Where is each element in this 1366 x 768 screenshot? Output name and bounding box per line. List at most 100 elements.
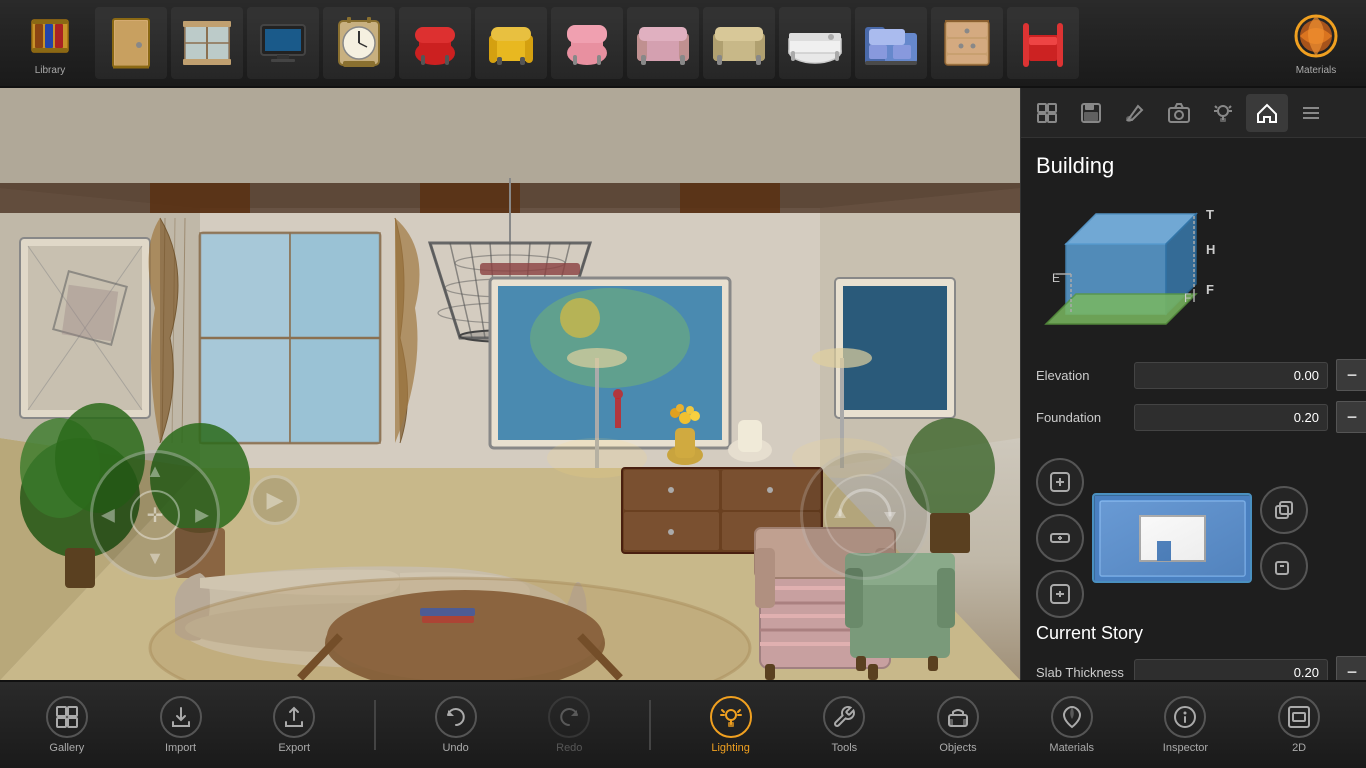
building-section: Building T H F E — [1021, 138, 1366, 453]
library-button[interactable]: Library — [10, 3, 90, 83]
divider-1 — [374, 700, 376, 750]
furniture-bathtub[interactable] — [779, 7, 851, 79]
tools-button[interactable]: Tools — [800, 684, 888, 766]
library-label: Library — [35, 65, 66, 76]
divider-2 — [649, 700, 651, 750]
foundation-label: Foundation — [1036, 410, 1126, 425]
redo-icon — [548, 696, 590, 738]
furniture-tv[interactable] — [247, 7, 319, 79]
foundation-row: Foundation − + — [1036, 401, 1351, 433]
building-floor-preview[interactable] — [1092, 493, 1252, 583]
current-story-title: Current Story — [1036, 623, 1351, 644]
2d-icon — [1278, 696, 1320, 738]
export-label: Export — [278, 742, 310, 754]
materials-bottom-label: Materials — [1049, 742, 1094, 754]
nav-up-arrow: ▲ — [146, 461, 164, 482]
add-story-above-button[interactable] — [1036, 458, 1084, 506]
furniture-door[interactable] — [95, 7, 167, 79]
export-icon — [273, 696, 315, 738]
delete-story-button[interactable] — [1260, 542, 1308, 590]
foundation-decrease-button[interactable]: − — [1336, 401, 1366, 433]
objects-button[interactable]: Objects — [914, 684, 1002, 766]
nav-side-icon: ▶ — [267, 487, 284, 513]
main-viewport[interactable]: ▲ ▼ ◀ ▶ ✛ ▶ — [0, 88, 1020, 680]
svg-text:F: F — [1206, 282, 1214, 297]
furniture-strip — [90, 7, 1276, 79]
furniture-window[interactable] — [171, 7, 243, 79]
gallery-button[interactable]: Gallery — [23, 684, 111, 766]
furniture-sofa-pink[interactable] — [627, 7, 699, 79]
furniture-chair-simple[interactable] — [1007, 7, 1079, 79]
svg-text:F: F — [1184, 291, 1191, 305]
elevation-decrease-button[interactable]: − — [1336, 359, 1366, 391]
svg-text:H: H — [1206, 242, 1215, 257]
nav-right-arrow: ▶ — [195, 505, 209, 526]
slab-thickness-label: Slab Thickness — [1036, 665, 1126, 680]
import-icon — [160, 696, 202, 738]
tab-paint[interactable] — [1114, 94, 1156, 132]
panel-tabs — [1021, 88, 1366, 138]
nav-left-arrow: ◀ — [101, 505, 115, 526]
room-scene: ▲ ▼ ◀ ▶ ✛ ▶ — [0, 88, 1020, 680]
undo-button[interactable]: Undo — [412, 684, 500, 766]
tab-select[interactable] — [1026, 94, 1068, 132]
tab-camera[interactable] — [1158, 94, 1200, 132]
tools-icon — [823, 696, 865, 738]
2d-label: 2D — [1292, 742, 1306, 754]
redo-label: Redo — [556, 742, 582, 754]
lighting-label: Lighting — [711, 742, 750, 754]
furniture-armchair-yellow[interactable] — [475, 7, 547, 79]
library-icon — [24, 10, 76, 62]
gallery-label: Gallery — [49, 742, 84, 754]
rotate-joystick[interactable] — [800, 450, 930, 580]
current-story-section: Current Story Slab Thickness − + — [1021, 623, 1366, 688]
furniture-bed[interactable] — [855, 7, 927, 79]
tab-list[interactable] — [1290, 94, 1332, 132]
add-story-below-button[interactable] — [1036, 570, 1084, 618]
gallery-icon — [46, 696, 88, 738]
furniture-chair-red[interactable] — [399, 7, 471, 79]
add-story-level-button[interactable] — [1036, 514, 1084, 562]
tab-save[interactable] — [1070, 94, 1112, 132]
nav-joystick-center: ✛ — [130, 490, 180, 540]
import-button[interactable]: Import — [137, 684, 225, 766]
tools-label: Tools — [832, 742, 858, 754]
duplicate-story-button[interactable] — [1260, 486, 1308, 534]
furniture-clock[interactable] — [323, 7, 395, 79]
undo-icon — [435, 696, 477, 738]
materials-button[interactable]: Materials — [1276, 3, 1356, 83]
materials-label: Materials — [1296, 65, 1337, 76]
tab-light[interactable] — [1202, 94, 1244, 132]
materials-icon — [1290, 10, 1342, 62]
lighting-icon — [710, 696, 752, 738]
furniture-dresser[interactable] — [931, 7, 1003, 79]
tab-home[interactable] — [1246, 94, 1288, 132]
inspector-icon — [1164, 696, 1206, 738]
objects-icon — [937, 696, 979, 738]
materials-bottom-button[interactable]: Materials — [1028, 684, 1116, 766]
elevation-input[interactable] — [1134, 362, 1328, 389]
top-toolbar: Library — [0, 0, 1366, 88]
svg-text:T: T — [1206, 207, 1214, 222]
materials-bottom-icon — [1051, 696, 1093, 738]
inspector-button[interactable]: Inspector — [1141, 684, 1229, 766]
navigation-joystick[interactable]: ▲ ▼ ◀ ▶ ✛ — [90, 450, 220, 580]
building-diagram: T H F E F — [1036, 194, 1236, 344]
2d-button[interactable]: 2D — [1255, 684, 1343, 766]
building-title: Building — [1036, 153, 1351, 179]
redo-button[interactable]: Redo — [525, 684, 613, 766]
inspector-label: Inspector — [1163, 742, 1208, 754]
export-button[interactable]: Export — [250, 684, 338, 766]
bottom-toolbar: Gallery Import Export Undo Redo Light — [0, 680, 1366, 768]
elevation-label: Elevation — [1036, 368, 1126, 383]
undo-label: Undo — [442, 742, 468, 754]
lighting-button[interactable]: Lighting — [687, 684, 775, 766]
furniture-chair-pink[interactable] — [551, 7, 623, 79]
foundation-input[interactable] — [1134, 404, 1328, 431]
right-panel: Building T H F E — [1020, 88, 1366, 768]
objects-label: Objects — [939, 742, 976, 754]
furniture-sofa-beige[interactable] — [703, 7, 775, 79]
nav-side-button[interactable]: ▶ — [250, 475, 300, 525]
elevation-row: Elevation − + — [1036, 359, 1351, 391]
svg-text:E: E — [1052, 271, 1060, 285]
